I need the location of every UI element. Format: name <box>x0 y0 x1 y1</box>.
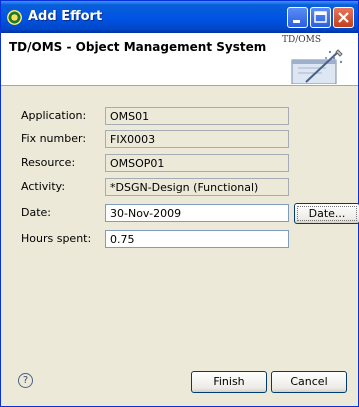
maximize-icon <box>314 11 327 23</box>
app-icon <box>7 10 22 25</box>
minimize-button[interactable] <box>287 7 308 28</box>
resource-field: OMSOP01 <box>105 154 289 172</box>
cancel-button[interactable]: Cancel <box>271 371 347 393</box>
close-button[interactable] <box>333 7 354 28</box>
minimize-icon <box>293 20 300 23</box>
header-title: TD/OMS - Object Management System <box>9 40 267 54</box>
wizard-banner-icon <box>291 49 343 84</box>
resource-label: Resource: <box>21 156 76 169</box>
activity-label: Activity: <box>21 180 66 193</box>
title-bar[interactable]: Add Effort <box>1 1 358 33</box>
fix-number-label: Fix number: <box>21 132 87 145</box>
activity-field: *DSGN-Design (Functional) <box>105 178 289 196</box>
application-field: OMS01 <box>105 107 289 125</box>
close-icon <box>338 12 349 23</box>
finish-button[interactable]: Finish <box>191 371 267 393</box>
maximize-button[interactable] <box>310 7 331 28</box>
date-input[interactable]: 30-Nov-2009 <box>105 204 289 222</box>
banner-label: TD/OMS <box>282 35 322 45</box>
date-label: Date: <box>21 206 51 219</box>
window-title: Add Effort <box>28 9 103 24</box>
hours-label: Hours spent: <box>21 232 92 245</box>
date-picker-button[interactable]: Date... <box>294 203 359 224</box>
hours-input[interactable]: 0.75 <box>105 230 289 248</box>
add-effort-dialog: Add Effort TD/OMS - Object Management Sy… <box>0 0 359 407</box>
help-icon[interactable]: ? <box>18 373 33 388</box>
dialog-header: TD/OMS - Object Management System TD/OMS <box>1 33 358 86</box>
fix-number-field: FIX0003 <box>105 130 289 148</box>
application-label: Application: <box>21 109 87 122</box>
